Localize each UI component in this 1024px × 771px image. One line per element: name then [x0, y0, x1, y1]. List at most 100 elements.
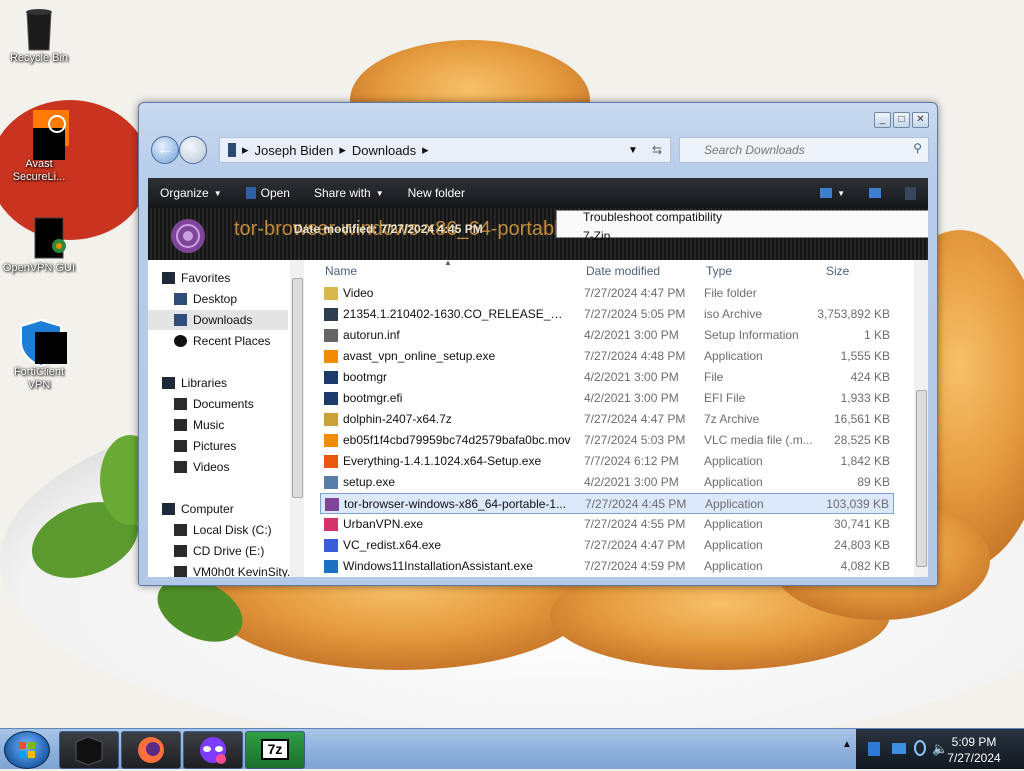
taskbar-app-recycle-bin[interactable]: [59, 731, 119, 769]
clock-date[interactable]: 7/27/2024: [944, 751, 1004, 765]
search-box[interactable]: ⚲: [679, 137, 929, 163]
nav-label: Favorites: [181, 271, 231, 285]
file-size: 103,039 KB: [826, 497, 889, 511]
file-type-icon: [324, 476, 338, 489]
minimize-button[interactable]: _: [874, 112, 891, 128]
context-menu-item-7zip[interactable]: 7-Zip: [583, 229, 610, 243]
tray-display-icon[interactable]: [892, 743, 906, 754]
column-header-size[interactable]: Size: [826, 264, 849, 278]
column-header-type[interactable]: Type: [706, 264, 732, 278]
file-row[interactable]: Video 7/27/2024 4:47 PM File folder: [320, 283, 894, 304]
refresh-icon[interactable]: ⇆: [652, 143, 662, 157]
nav-recent-places[interactable]: Recent Places: [174, 331, 270, 351]
tray-overflow-button[interactable]: ▲: [842, 739, 854, 759]
desktop-icon-openvpn[interactable]: OpenVPN GUI: [0, 216, 78, 275]
nav-cd-drive[interactable]: CD Drive (E:): [174, 541, 264, 561]
nav-computer[interactable]: Computer: [162, 499, 234, 519]
maximize-button[interactable]: □: [893, 112, 910, 128]
favorites-star-icon: [162, 272, 175, 284]
column-header-name[interactable]: Name: [325, 264, 357, 278]
view-options-button[interactable]: ▼: [808, 188, 857, 198]
file-date: 7/27/2024 4:45 PM: [585, 497, 687, 511]
explorer-window[interactable]: _ □ ✕ ← → ▸ Joseph Biden ▸ Downloads ▸ ▼…: [138, 102, 938, 586]
new-folder-button[interactable]: New folder: [396, 186, 477, 200]
sort-arrow-icon: ▲: [444, 260, 452, 267]
file-row[interactable]: VC_redist.x64.exe 7/27/2024 4:47 PM Applic…: [320, 535, 894, 556]
desktop-icon-recycle-bin[interactable]: Recycle Bin: [0, 6, 78, 65]
downloads-folder-icon: [174, 314, 187, 326]
context-menu-item-troubleshoot[interactable]: Troubleshoot compatibility: [583, 210, 722, 224]
help-button[interactable]: [893, 186, 928, 200]
nav-label: Downloads: [193, 313, 253, 327]
nav-desktop[interactable]: Desktop: [174, 289, 237, 309]
computer-icon: [162, 503, 175, 515]
file-date: 7/27/2024 4:47 PM: [584, 286, 686, 300]
clock-time[interactable]: 5:09 PM: [944, 735, 1004, 749]
column-header-date[interactable]: Date modified: [586, 264, 660, 278]
file-row[interactable]: autorun.inf 4/2/2021 3:00 PM Setup Informa…: [320, 325, 894, 346]
file-row[interactable]: tor-browser-windows-x86_64-portable-1...…: [320, 493, 894, 514]
file-row[interactable]: Windows11InstallationAssistant.exe 7/27/2…: [320, 556, 894, 577]
file-list-scrollbar[interactable]: [914, 260, 928, 577]
file-date: 7/27/2024 4:47 PM: [584, 412, 686, 426]
search-input[interactable]: [680, 142, 916, 158]
network-icon[interactable]: [914, 740, 926, 756]
breadcrumb-item-downloads[interactable]: Downloads: [346, 143, 422, 158]
tray-app-icon[interactable]: [868, 742, 880, 756]
file-row[interactable]: eb05f1f4cbd79959bc74d2579bafa0bc.mov 7/27…: [320, 430, 894, 451]
nav-favorites[interactable]: Favorites: [162, 268, 230, 288]
arrow-left-icon: ←: [157, 141, 173, 158]
search-icon[interactable]: ⚲: [913, 141, 922, 155]
file-list-scrollbar-thumb[interactable]: [916, 390, 927, 567]
file-row[interactable]: 21354.1.210402-1630.CO_RELEASE_CLIEN... 7…: [320, 304, 894, 325]
file-name: bootmgr.efi: [343, 391, 403, 405]
start-button[interactable]: [4, 731, 50, 769]
taskbar-app-7zip[interactable]: 7z: [245, 731, 305, 769]
forward-button[interactable]: →: [179, 136, 207, 164]
address-dropdown-arrow-icon[interactable]: ▼: [628, 145, 638, 156]
breadcrumb-item-user[interactable]: Joseph Biden: [249, 143, 340, 158]
file-row[interactable]: bootmgr 4/2/2021 3:00 PM File 424 KB: [320, 367, 894, 388]
file-row[interactable]: Everything-1.4.1.1024.x64-Setup.exe 7/7/2…: [320, 451, 894, 472]
nav-scrollbar[interactable]: [290, 260, 304, 577]
nav-downloads[interactable]: Downloads: [148, 310, 288, 330]
taskbar-app-urbanvpn[interactable]: [183, 731, 243, 769]
desktop-icon-avast[interactable]: Avast SecureLi...: [0, 110, 78, 184]
file-name: setup.exe: [343, 475, 396, 489]
close-button[interactable]: ✕: [912, 112, 929, 128]
nav-network-drive[interactable]: VM0h0t KevinSity...: [174, 562, 290, 577]
file-row[interactable]: dolphin-2407-x64.7z 7/27/2024 4:47 PM 7z A…: [320, 409, 894, 430]
nav-videos[interactable]: Videos: [174, 457, 229, 477]
back-button[interactable]: ←: [151, 136, 179, 164]
nav-local-disk[interactable]: Local Disk (C:): [174, 520, 272, 540]
share-with-button[interactable]: Share with ▼: [302, 186, 396, 200]
taskbar-app-firefox[interactable]: [121, 731, 181, 769]
file-list: Name ▲ Date modified Type Size Video 7/27…: [304, 260, 928, 577]
file-date: 7/27/2024 4:47 PM: [584, 538, 686, 552]
help-icon: [905, 186, 916, 200]
nav-label: Desktop: [193, 292, 238, 306]
nav-label: Music: [193, 418, 225, 432]
file-size: 16,561 KB: [833, 412, 890, 426]
organize-button[interactable]: Organize ▼: [148, 186, 234, 200]
file-row[interactable]: bootmgr.efi 4/2/2021 3:00 PM EFI File 1,933…: [320, 388, 894, 409]
file-name: dolphin-2407-x64.7z: [343, 412, 452, 426]
file-row[interactable]: avast_vpn_online_setup.exe 7/27/2024 4:48…: [320, 346, 894, 367]
breadcrumb-separator[interactable]: ▸: [422, 142, 429, 158]
desktop-icon-forticlient[interactable]: FortiClient VPN: [0, 318, 78, 392]
firefox-icon: [138, 737, 164, 763]
share-with-label: Share with: [313, 186, 371, 200]
nav-pictures[interactable]: Pictures: [174, 436, 236, 456]
nav-libraries[interactable]: Libraries: [162, 373, 227, 393]
nav-scrollbar-thumb[interactable]: [292, 278, 303, 498]
file-row[interactable]: setup.exe 4/2/2021 3:00 PM Application 89 K…: [320, 472, 894, 493]
open-button[interactable]: Open: [234, 186, 302, 200]
address-bar[interactable]: ▸ Joseph Biden ▸ Downloads ▸ ▼ ⇆: [219, 137, 671, 163]
nav-music[interactable]: Music: [174, 415, 224, 435]
preview-pane-button[interactable]: [857, 188, 893, 198]
file-row[interactable]: UrbanVPN.exe 7/27/2024 4:55 PM Application…: [320, 514, 894, 535]
nav-documents[interactable]: Documents: [174, 394, 254, 414]
file-type: File folder: [704, 286, 757, 300]
music-icon: [174, 419, 187, 431]
file-size: 1 KB: [863, 328, 890, 342]
